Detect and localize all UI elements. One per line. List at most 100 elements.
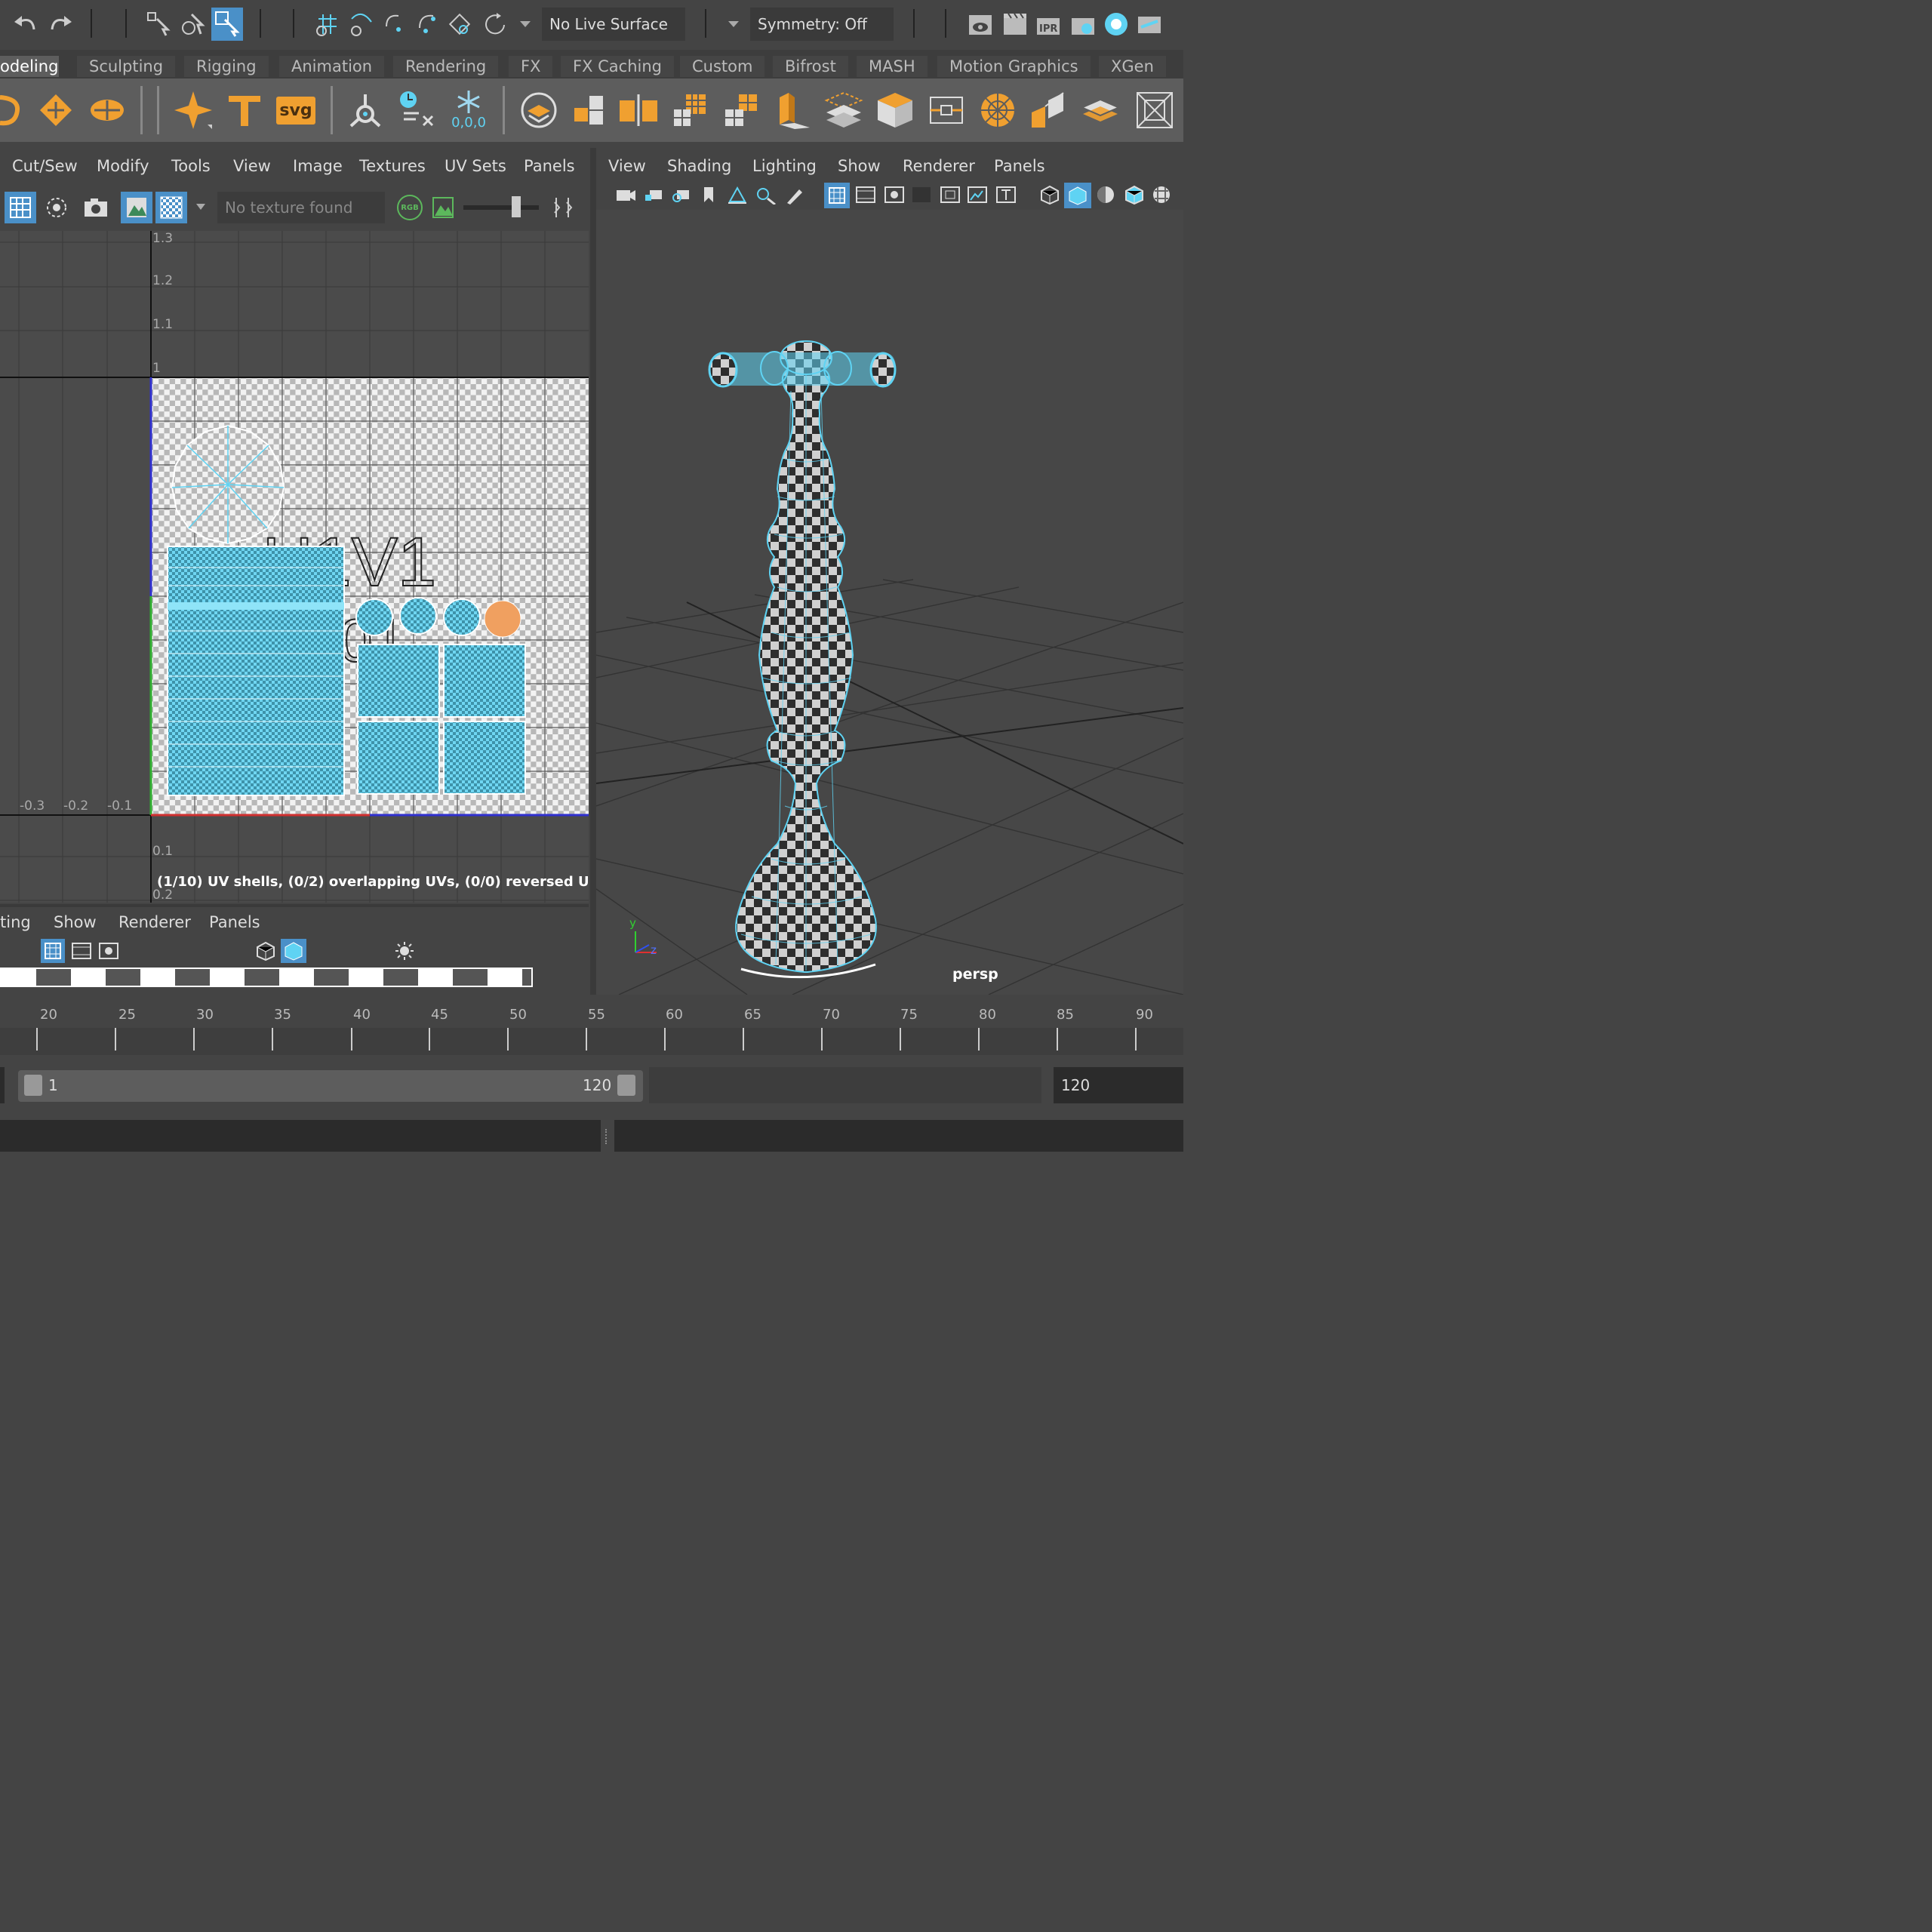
multi-cut-icon[interactable] [977,89,1019,131]
loft-icon[interactable] [35,89,77,131]
snap-view-plane-icon[interactable] [414,9,442,39]
expand-toolbar-icon[interactable] [548,192,578,223]
chevron-down-icon[interactable] [516,17,534,33]
range-slider-right-handle[interactable] [617,1075,635,1096]
menu-uv-sets[interactable]: UV Sets [445,157,506,175]
gate-mask-icon[interactable] [909,183,934,207]
uv-shell-block-2[interactable] [443,644,526,718]
tab-mash[interactable]: MASH [857,56,928,77]
grid-toggle-icon[interactable] [41,939,65,963]
texture-dropdown[interactable]: No texture found [217,192,385,223]
select-component-icon[interactable] [211,8,243,41]
menu-panels[interactable]: Panels [209,913,260,931]
separate-icon[interactable] [617,89,660,131]
delete-history-icon[interactable] [395,88,438,131]
tab-rigging[interactable]: Rigging [184,56,269,77]
viewport-canvas[interactable]: y z persp [596,210,1183,995]
live-surface-field[interactable]: No Live Surface [542,8,685,41]
layout-uv-icon[interactable] [1079,89,1121,131]
image-ratio-icon[interactable] [427,192,459,223]
film-gate-icon[interactable] [853,183,878,207]
pivot-icon[interactable] [344,89,386,131]
textured-icon[interactable] [1149,183,1174,207]
resolution-gate-icon[interactable] [881,183,907,207]
redo-icon[interactable] [47,11,74,38]
menu-view[interactable]: View [608,157,646,175]
menu-renderer[interactable]: Renderer [903,157,975,175]
snap-point-icon[interactable] [380,9,409,39]
safe-title-icon[interactable] [993,183,1019,207]
target-weld-icon[interactable] [1028,89,1070,131]
default-material-icon[interactable] [1093,183,1118,207]
uv-shell-knob-3[interactable] [443,598,481,636]
tab-rendering[interactable]: Rendering [393,56,499,77]
range-slider[interactable] [18,1070,643,1102]
uv-shell-knob-2[interactable] [399,597,437,635]
smooth-icon[interactable] [669,89,711,131]
range-end-field[interactable] [649,1067,1041,1103]
safe-action-icon[interactable] [964,183,990,207]
display-image-icon[interactable] [121,192,152,223]
symmetry-field[interactable]: Symmetry: Off [750,8,894,41]
menu-tools[interactable]: Tools [171,157,211,175]
tab-bifrost[interactable]: Bifrost [773,56,848,77]
rgb-channels-icon[interactable]: RGB [394,192,426,223]
pixel-snap-icon[interactable] [41,192,72,223]
insert-edge-loop-icon[interactable] [925,89,968,131]
snap-curve-icon[interactable] [347,9,376,39]
bookmark-icon[interactable] [697,183,720,207]
hypershade-icon[interactable] [1102,9,1131,39]
mel-command-input[interactable] [0,1120,601,1152]
menu-lighting[interactable]: ting [0,913,31,931]
panel-divider[interactable] [590,148,596,995]
command-line-splitter[interactable] [605,1129,610,1144]
range-start-field[interactable] [0,1067,5,1103]
field-chart-icon[interactable] [937,183,963,207]
select-object-icon[interactable] [180,9,207,39]
star-polygon-icon[interactable] [172,89,214,131]
range-slider-left-handle[interactable] [24,1075,42,1096]
undo-icon[interactable] [12,11,39,38]
checker-tile-icon[interactable] [155,192,187,223]
svg-icon[interactable]: svg [275,89,317,131]
center-pivot-icon[interactable] [518,89,560,131]
tab-custom[interactable]: Custom [680,56,765,77]
render-view-icon[interactable] [966,9,995,39]
image-plane-icon[interactable] [724,183,750,207]
menu-cut-sew[interactable]: Cut/Sew [12,157,78,175]
uv-shell-body[interactable] [167,546,345,796]
tab-sculpting[interactable]: Sculpting [77,56,176,77]
smooth-shade-icon[interactable] [1064,183,1091,208]
2d-pan-zoom-icon[interactable] [753,183,779,207]
chevron-down-icon[interactable] [724,17,743,33]
uv-shell-block-1[interactable] [357,644,440,718]
uv-snapshot-icon[interactable] [1134,89,1176,131]
uv-snapshot-camera-icon[interactable] [80,192,112,223]
revolve-icon[interactable] [0,89,23,131]
tab-modeling[interactable]: odeling [0,56,59,77]
time-slider[interactable]: 20 25 30 35 40 45 50 55 60 65 70 75 80 8… [0,998,1183,1055]
menu-shading[interactable]: Shading [667,157,731,175]
camera-attributes-icon[interactable] [669,183,694,207]
select-camera-icon[interactable] [613,183,638,207]
menu-image[interactable]: Image [293,157,343,175]
render-frame-icon[interactable] [1001,9,1029,39]
tab-animation[interactable]: Animation [279,56,385,77]
menu-renderer[interactable]: Renderer [118,913,191,931]
snap-rotate-icon[interactable] [481,9,510,39]
grid-toggle-icon[interactable] [824,183,850,208]
tab-motion-graphics[interactable]: Motion Graphics [937,56,1091,77]
uv-editor-lower-divider[interactable] [0,904,589,907]
text-icon[interactable] [223,89,266,131]
exposure-slider-handle[interactable] [512,196,521,217]
tab-fx[interactable]: FX [509,56,553,77]
exposure-slider[interactable] [463,205,539,210]
menu-show[interactable]: Show [838,157,881,175]
mesh-icon[interactable] [720,89,762,131]
ipr-render-icon[interactable]: IPR [1034,9,1063,39]
menu-view[interactable]: View [233,157,271,175]
lock-camera-icon[interactable] [641,183,667,207]
select-hierarchy-icon[interactable] [145,9,172,39]
bevel-icon[interactable] [874,89,916,131]
wireframe-icon[interactable] [254,939,278,963]
